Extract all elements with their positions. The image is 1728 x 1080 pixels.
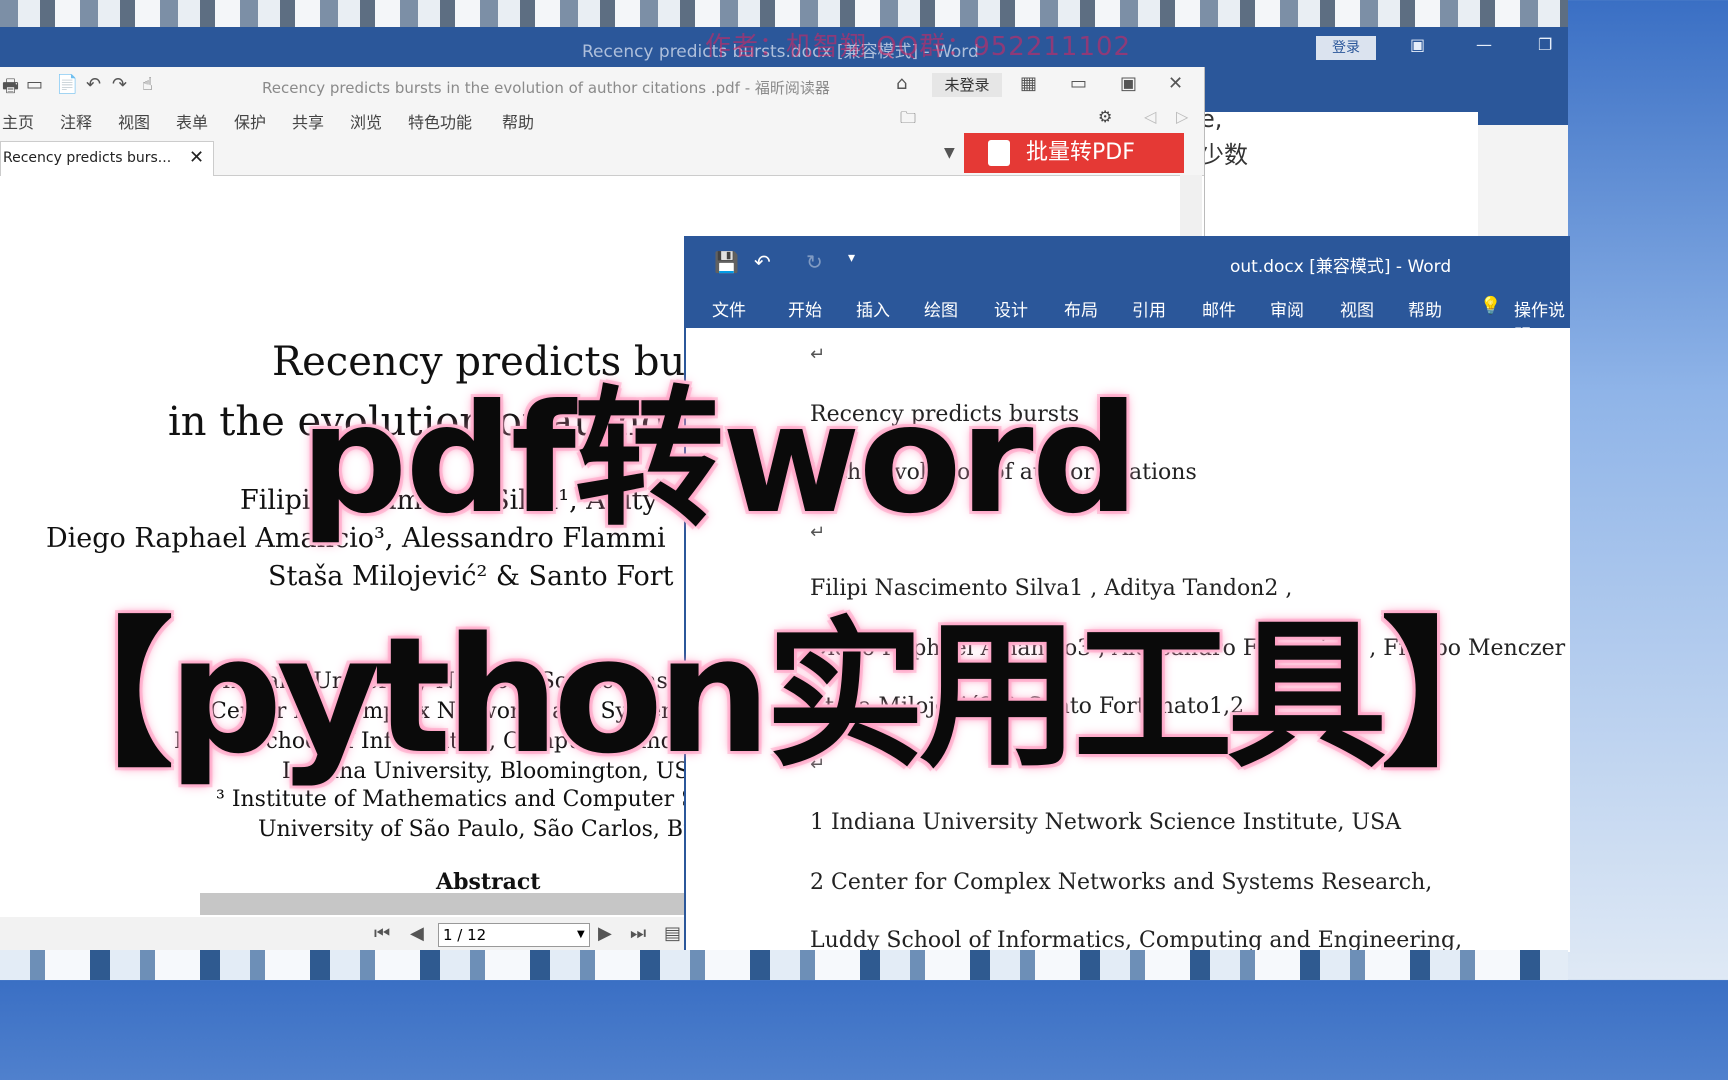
menu-help[interactable]: 帮助	[502, 109, 534, 133]
save-icon[interactable]: 💾	[714, 250, 739, 274]
not-logged-in-button[interactable]: 未登录	[932, 73, 1002, 97]
customize-toolbar-icon[interactable]: ▾	[848, 250, 855, 266]
lightbulb-icon[interactable]: 💡	[1480, 296, 1501, 316]
tab-document[interactable]: Recency predicts burs... ✕	[0, 141, 214, 176]
overlay-title-line-2: 【python实用工具】	[14, 602, 1541, 789]
tab-home[interactable]: 开始	[788, 296, 822, 321]
undo-icon[interactable]: ↶	[86, 74, 101, 95]
ribbon-tabs: 文件 开始 插入 绘图 设计 布局 引用 邮件 审阅 视图 帮助 💡 操作说明	[686, 288, 1570, 346]
tab-references[interactable]: 引用	[1132, 296, 1166, 321]
menu-protect[interactable]: 保护	[234, 109, 266, 133]
menu-browse[interactable]: 浏览	[350, 109, 382, 133]
prev-page-icon[interactable]: ◀	[410, 923, 424, 944]
menu-share[interactable]: 共享	[292, 109, 324, 133]
print-icon[interactable]: 🖶	[2, 74, 19, 104]
tab-layout[interactable]: 布局	[1064, 296, 1098, 321]
tab-design[interactable]: 设计	[994, 296, 1028, 321]
login-button[interactable]: 登录	[1316, 36, 1376, 60]
word-back-text-2: 少数	[1200, 141, 1248, 169]
scan-icon[interactable]: ▭	[26, 74, 43, 95]
tab-mailings[interactable]: 邮件	[1202, 296, 1236, 321]
menu-form[interactable]: 表单	[176, 109, 208, 133]
page-view-icon[interactable]: ▤	[664, 923, 681, 944]
pdf-doc-icon	[988, 140, 1010, 166]
pdf-affiliation-6: University of São Paulo, São Carlos, Br	[258, 817, 694, 842]
horizontal-scrollbar[interactable]	[200, 893, 690, 915]
next-page-icon[interactable]: ▶	[598, 923, 612, 944]
folder-search-icon[interactable]: 🗀	[900, 107, 916, 134]
menu-comment[interactable]: 注释	[60, 109, 92, 133]
minimize-icon[interactable]: ▭	[1070, 73, 1087, 94]
tab-view[interactable]: 视图	[1340, 296, 1374, 321]
minimize-icon[interactable]: —	[1476, 35, 1492, 54]
menu-bar: 主页 注释 视图 表单 保护 共享 浏览 特色功能 帮助 🗀 查找 ⚲ ⚙ ◁ …	[0, 103, 1204, 169]
desktop-wallpaper-bottom	[0, 950, 1568, 980]
quick-toolbar: 🖶 ▭ 📄 ↶ ↷ ☝ Recency predicts bursts in t…	[0, 67, 1204, 103]
menu-features[interactable]: 特色功能	[408, 109, 472, 133]
layout-icon[interactable]: ▦	[1020, 73, 1037, 94]
ribbon-display-icon[interactable]: ▣	[1410, 35, 1425, 54]
author-watermark: 作者：机智翔 QQ群：952211102	[705, 32, 1132, 62]
pdf-abstract-heading: Abstract	[436, 869, 541, 895]
menu-view[interactable]: 视图	[118, 109, 150, 133]
tab-close-icon[interactable]: ✕	[189, 142, 204, 174]
settings-gear-icon[interactable]: ⚙	[1098, 107, 1112, 126]
word-title: out.docx [兼容模式] - Word	[1230, 257, 1452, 277]
tab-list-chevron-icon[interactable]: ▼	[944, 145, 955, 161]
page-navigation: ⏮ ◀ 1 / 12 ▼ ▶ ⏭ ▤	[0, 917, 690, 952]
hand-tool-icon[interactable]: ☝	[142, 74, 153, 95]
undo-icon[interactable]: ↶	[754, 250, 771, 274]
first-page-icon[interactable]: ⏮	[374, 923, 390, 944]
doc-line-7: 2 Center for Complex Networks and System…	[810, 870, 1433, 895]
tab-file[interactable]: 文件	[712, 296, 746, 321]
next-result-icon[interactable]: ▷	[1176, 107, 1188, 126]
page-number-input[interactable]: 1 / 12 ▼	[438, 923, 590, 947]
redo-icon[interactable]: ↷	[112, 74, 127, 95]
tab-label: Recency predicts burs...	[3, 150, 172, 166]
tell-me-box[interactable]: 操作说明	[1514, 296, 1570, 346]
tab-draw[interactable]: 绘图	[924, 296, 958, 321]
last-page-icon[interactable]: ⏭	[630, 923, 646, 944]
tab-insert[interactable]: 插入	[856, 296, 890, 321]
prev-result-icon[interactable]: ◁	[1144, 107, 1156, 126]
batch-convert-label: 批量转PDF	[1026, 140, 1135, 165]
menu-home[interactable]: 主页	[2, 109, 34, 133]
maximize-icon[interactable]: ▣	[1120, 73, 1137, 94]
page-number-value: 1 / 12	[443, 926, 487, 944]
new-doc-icon[interactable]: 📄	[56, 74, 78, 95]
overlay-title-line-1: pdf转word	[300, 373, 1139, 547]
doc-line-6: 1 Indiana University Network Science Ins…	[810, 810, 1402, 835]
share-icon[interactable]: ⌂	[896, 73, 907, 94]
tab-help[interactable]: 帮助	[1408, 296, 1442, 321]
close-icon[interactable]: ✕	[1168, 73, 1183, 94]
batch-convert-pdf-button[interactable]: 批量转PDF	[964, 133, 1184, 173]
redo-icon[interactable]: ↻	[806, 250, 823, 274]
tab-review[interactable]: 审阅	[1270, 296, 1304, 321]
document-title: Recency predicts bursts in the evolution…	[262, 79, 830, 97]
word-titlebar: 💾 ↶ ↻ ▾ out.docx [兼容模式] - Word	[686, 236, 1570, 288]
page-dropdown-icon[interactable]: ▼	[577, 929, 585, 940]
restore-icon[interactable]: ❐	[1538, 35, 1552, 54]
